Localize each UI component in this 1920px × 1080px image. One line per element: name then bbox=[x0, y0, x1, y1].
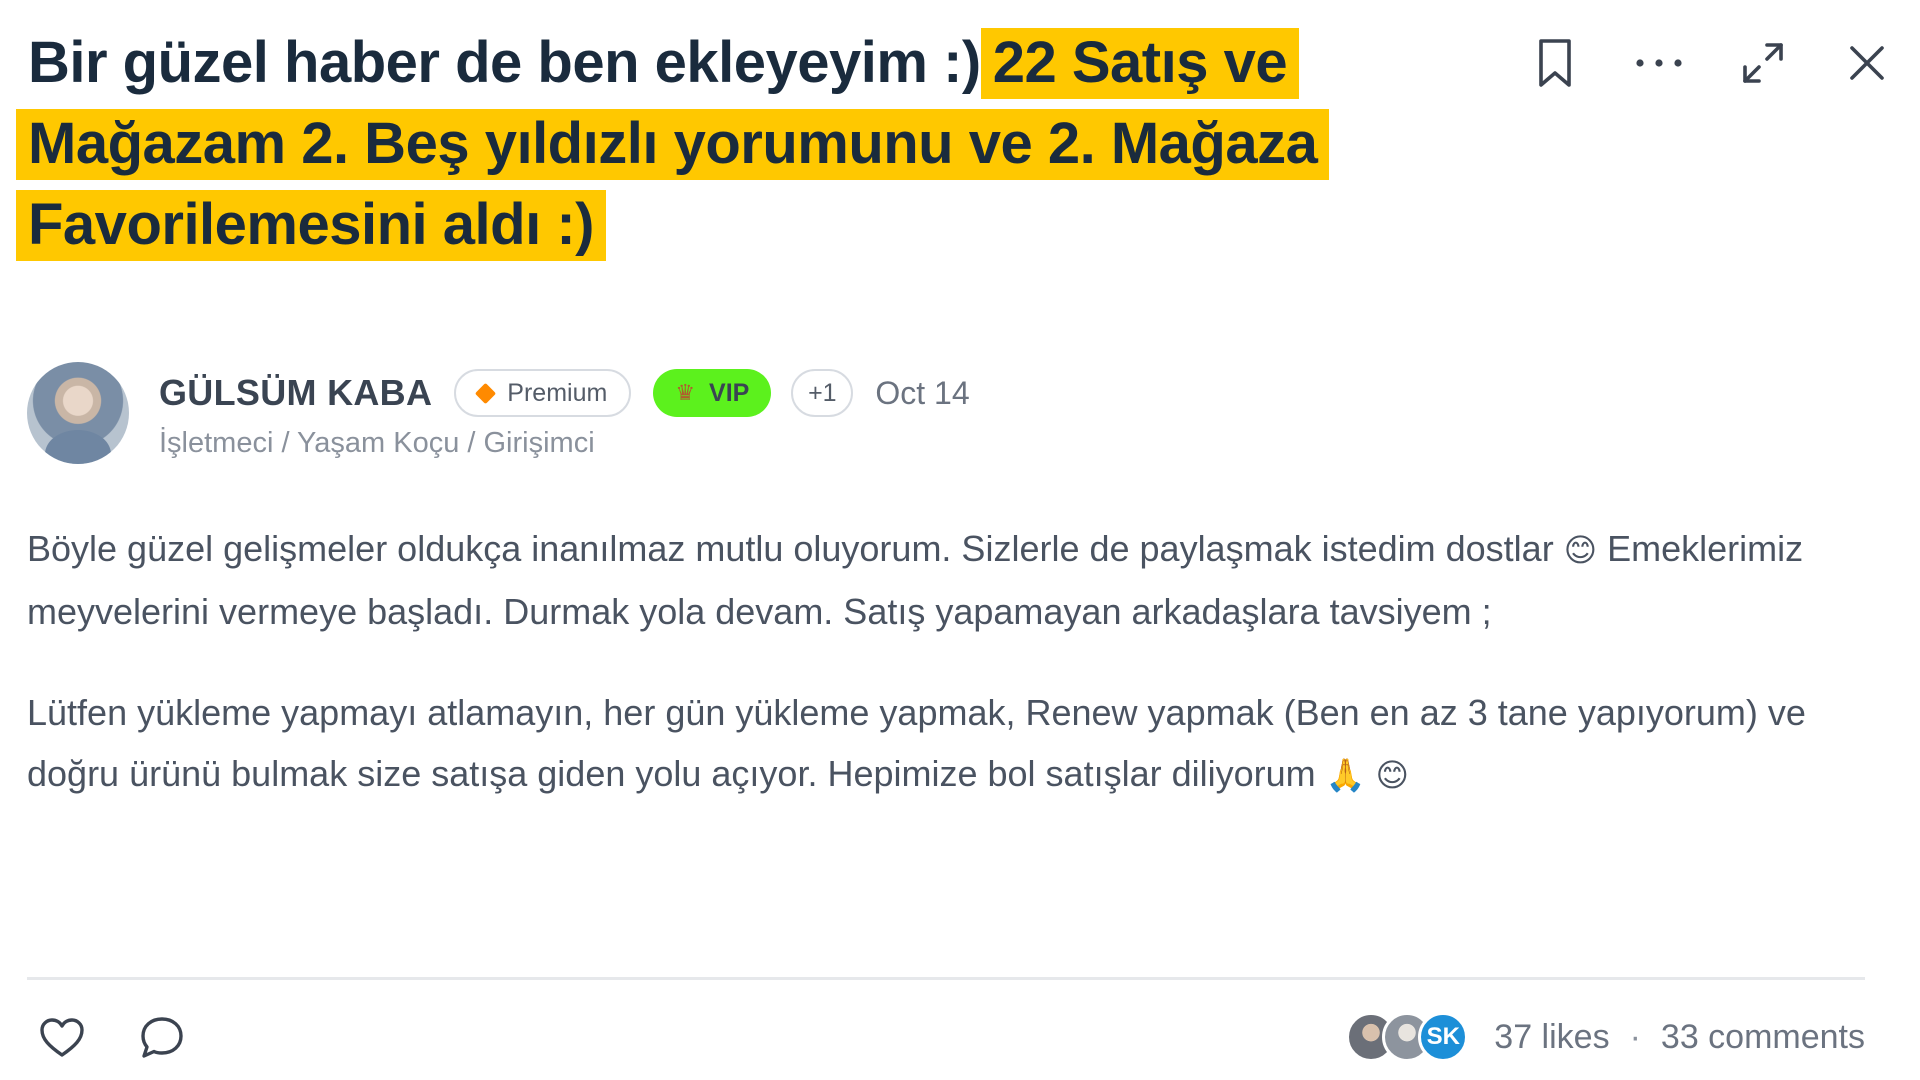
bookmark-icon bbox=[1539, 39, 1571, 87]
more-horizontal-icon bbox=[1636, 59, 1682, 67]
post-paragraph-2-text: Lütfen yükleme yapmayı atlamayın, her gü… bbox=[27, 692, 1806, 794]
vip-badge-label: VIP bbox=[709, 378, 750, 407]
post-reaction-buttons bbox=[38, 1014, 186, 1062]
author-top-line: GÜLSÜM KABA Premium ♛ VIP +1 Oct 14 bbox=[159, 365, 970, 421]
post-actions bbox=[1530, 32, 1892, 94]
pray-smile-emojis: 🙏 😊 bbox=[1325, 756, 1410, 794]
post-paragraph-1-text-a: Böyle güzel gelişmeler oldukça inanılmaz… bbox=[27, 528, 1554, 569]
comments-count[interactable]: 33 comments bbox=[1661, 1018, 1865, 1057]
stats-separator: · bbox=[1629, 1017, 1641, 1056]
close-button[interactable] bbox=[1842, 32, 1892, 94]
premium-badge-label: Premium bbox=[507, 378, 608, 407]
liker-avatar-initials: SK bbox=[1418, 1012, 1469, 1062]
bookmark-button[interactable] bbox=[1530, 32, 1580, 94]
vip-badge[interactable]: ♛ VIP bbox=[653, 369, 772, 417]
trophy-icon: ♛ bbox=[675, 380, 696, 405]
post-title: Bir güzel haber de ben ekleyeyim :) 22 Sa… bbox=[16, 22, 1448, 265]
comment-button[interactable] bbox=[138, 1014, 186, 1062]
more-badges-button[interactable]: +1 bbox=[791, 369, 854, 417]
comment-icon bbox=[141, 1017, 183, 1058]
heart-icon bbox=[40, 1018, 84, 1057]
expand-icon bbox=[1743, 43, 1783, 83]
post-paragraph-1: Böyle güzel gelişmeler oldukça inanılmaz… bbox=[27, 518, 1867, 642]
expand-button[interactable] bbox=[1738, 32, 1788, 94]
post-paragraph-2: Lütfen yükleme yapmayı atlamayın, her gü… bbox=[27, 682, 1867, 806]
post-body: Böyle güzel gelişmeler oldukça inanılmaz… bbox=[27, 518, 1867, 846]
smile-emoji: 😊 bbox=[1563, 531, 1598, 569]
post-stats: SK 37 likes · 33 comments bbox=[1346, 1012, 1865, 1062]
author-avatar[interactable] bbox=[27, 362, 129, 464]
more-options-button[interactable] bbox=[1634, 32, 1684, 94]
footer-divider bbox=[27, 977, 1865, 980]
author-name[interactable]: GÜLSÜM KABA bbox=[159, 372, 432, 414]
post-modal: Bir güzel haber de ben ekleyeyim :) 22 Sa… bbox=[0, 0, 1920, 1080]
post-title-plain: Bir güzel haber de ben ekleyeyim :) bbox=[28, 30, 981, 95]
post-date: Oct 14 bbox=[875, 374, 970, 411]
likers-avatars[interactable]: SK bbox=[1346, 1012, 1469, 1062]
diamond-icon bbox=[475, 382, 497, 404]
close-icon bbox=[1850, 46, 1884, 80]
premium-badge[interactable]: Premium bbox=[454, 369, 632, 417]
like-button[interactable] bbox=[38, 1014, 86, 1062]
author-role: İşletmeci / Yaşam Koçu / Girişimci bbox=[159, 427, 595, 459]
likes-count[interactable]: 37 likes bbox=[1494, 1018, 1609, 1057]
author-info: GÜLSÜM KABA Premium ♛ VIP +1 Oct 14 İşle… bbox=[159, 365, 970, 460]
author-row: GÜLSÜM KABA Premium ♛ VIP +1 Oct 14 İşle… bbox=[27, 362, 970, 464]
